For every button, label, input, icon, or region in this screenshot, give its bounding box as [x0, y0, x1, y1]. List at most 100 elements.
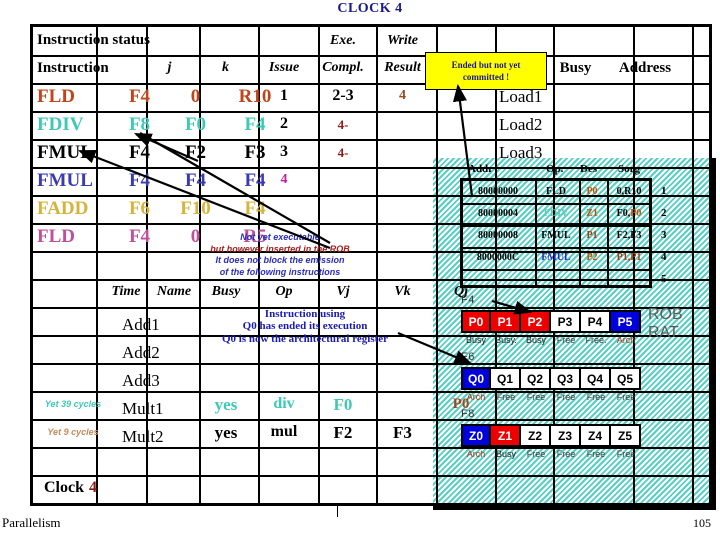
- rob-op: [535, 269, 577, 289]
- rat-entry-state: Free: [586, 449, 606, 459]
- column-header-vj: Vj: [336, 284, 350, 299]
- rob-row-index: 3: [661, 229, 667, 241]
- instruction-exe-compl: 2-3: [332, 87, 354, 104]
- page-title: CLOCK 4: [337, 1, 403, 16]
- callout-line-1: Ended but not yet: [451, 59, 521, 70]
- rat-entry-q0[interactable]: Q0: [461, 367, 491, 390]
- rat-entry-q4[interactable]: Q4: [581, 367, 611, 390]
- rat-entry-state: Busy: [465, 335, 486, 345]
- rat-entry-p3[interactable]: P3: [551, 310, 581, 333]
- rob-column-header: Sorg: [618, 163, 640, 175]
- rob-op: FMUL: [541, 229, 571, 241]
- rob-column-header: Op.: [546, 163, 564, 175]
- instruction-op: FLD: [37, 85, 75, 107]
- rat-entry-state: Free: [526, 392, 546, 402]
- rs-vj: [313, 335, 373, 361]
- rat-status-row: Busy Busy. Busy Free Free. Arch: [461, 335, 641, 345]
- rat-entry-p4[interactable]: P4: [581, 310, 611, 333]
- rs-vk: [373, 307, 432, 333]
- rat-entry-p2[interactable]: P2: [521, 310, 551, 333]
- rat-entry-state: Arch: [616, 335, 636, 345]
- instruction-exe-compl: 4-: [337, 144, 349, 160]
- rob-sorg: F2,F3: [616, 229, 642, 241]
- rs-vk: [373, 363, 432, 389]
- rs-name: Mult2: [122, 426, 164, 446]
- instruction-op: FDIV: [37, 113, 84, 135]
- load-station-2: Load2: [499, 114, 543, 134]
- footer-tick: [337, 506, 338, 517]
- footer-left-text: Parallelism: [2, 515, 61, 530]
- instruction-op: FLD: [37, 225, 75, 247]
- page-number: 105: [693, 516, 711, 530]
- rob-sorg: [607, 269, 651, 289]
- rat-register-label: F8: [461, 408, 475, 420]
- instruction-j: F4: [128, 225, 151, 247]
- rob-des: [579, 269, 605, 289]
- column-header-instruction: Instruction: [37, 59, 109, 76]
- rat-entry-z3[interactable]: Z3: [551, 424, 581, 447]
- rob-rat-label-line1: ROB: [648, 306, 683, 323]
- rat-entry-z4[interactable]: Z4: [581, 424, 611, 447]
- instruction-op: FMUL: [37, 141, 93, 163]
- column-header-write: Write: [387, 33, 418, 48]
- instruction-write-result: [373, 111, 432, 137]
- instruction-j: F4: [128, 85, 151, 107]
- clock-label: Clock: [44, 479, 84, 496]
- column-header-exe: Exe.: [329, 33, 357, 48]
- instruction-j: F4: [128, 169, 151, 191]
- column-header-busy: Busy: [559, 59, 592, 76]
- rat-entry-p0[interactable]: P0: [461, 310, 491, 333]
- rs-op: div: [273, 395, 295, 412]
- rat-entry-p1[interactable]: P1: [491, 310, 521, 333]
- rs-vj: [313, 307, 373, 333]
- rob-op: FLD: [546, 185, 566, 197]
- instruction-op: FADD: [37, 197, 89, 219]
- rat-entry-row: P0 P1 P2 P3 P4 P5: [461, 310, 641, 333]
- rat-entry-z1[interactable]: Z1: [491, 424, 521, 447]
- clock-value: 4: [89, 479, 97, 496]
- rs-busy: [198, 307, 254, 333]
- rat-entry-state: Busy: [495, 449, 516, 459]
- rat-entry-z2[interactable]: Z2: [521, 424, 551, 447]
- rob-des: P2: [586, 251, 598, 263]
- rat-entry-state: Free: [556, 449, 576, 459]
- rat-entry-q5[interactable]: Q5: [611, 367, 641, 390]
- rob-note-line: It does not block the emission: [215, 255, 345, 266]
- rs-name: Add2: [122, 342, 160, 362]
- rat-entry-q2[interactable]: Q2: [521, 367, 551, 390]
- rob-sorg: P1,P1: [616, 251, 642, 263]
- rob-row-index: 1: [661, 185, 667, 197]
- instruction-k: F4: [184, 169, 207, 191]
- rat-entry-p5[interactable]: P5: [611, 310, 641, 333]
- rs-name: Add3: [122, 370, 160, 390]
- instruction-issue: 1: [280, 87, 288, 104]
- rob-column-header: Addr: [468, 163, 494, 175]
- rob-note-annotation: Not yet executable but however inserted i…: [180, 232, 380, 278]
- rs-op: mul: [270, 423, 298, 440]
- instruction-j: F4: [128, 141, 151, 163]
- instruction-exe-compl: 4-: [337, 116, 349, 132]
- rob-rat-label: ROB RAT: [648, 306, 683, 341]
- rs-op: [255, 335, 313, 361]
- rat-entry-z0[interactable]: Z0: [461, 424, 491, 447]
- rat-entry-row: Q0 Q1 Q2 Q3 Q4 Q5: [461, 367, 641, 390]
- rat-entry-state: Free: [616, 392, 636, 402]
- column-header-address: Address: [618, 59, 672, 76]
- rob-rat-label-line2: RAT: [648, 323, 679, 341]
- rat-entry-state: Free: [616, 449, 636, 459]
- rs-time: [36, 363, 110, 389]
- rob-op: FMUL: [541, 251, 571, 263]
- rob-addr: 80000008: [478, 229, 518, 241]
- rat-register-label: F6: [461, 351, 475, 363]
- rob-note-line: Not yet executable: [240, 232, 320, 242]
- rat-entry-q3[interactable]: Q3: [551, 367, 581, 390]
- rat-entry-q1[interactable]: Q1: [491, 367, 521, 390]
- instruction-k: F0: [184, 113, 207, 135]
- rob-op: FDIV: [543, 207, 569, 219]
- rs-vk: F3: [393, 422, 412, 442]
- rs-busy: [198, 335, 254, 361]
- rob-note-line: but however inserted in the ROB: [210, 243, 350, 254]
- rob-des: Z1: [586, 207, 598, 219]
- rat-entry-z5[interactable]: Z5: [611, 424, 641, 447]
- callout-tooltip: Ended but not yet committed !: [425, 52, 547, 90]
